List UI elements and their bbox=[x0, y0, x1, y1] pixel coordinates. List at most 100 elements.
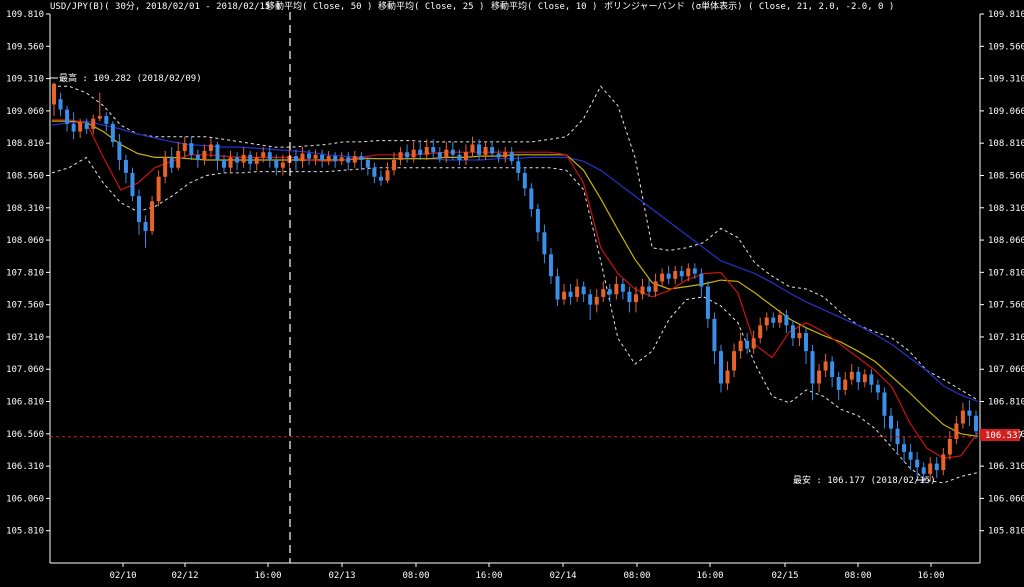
y-tick-label-right: 109.310 bbox=[988, 75, 1024, 85]
candle-body bbox=[934, 463, 939, 470]
candle-body bbox=[280, 162, 285, 168]
candle-body bbox=[477, 144, 482, 155]
candle-body bbox=[633, 294, 638, 303]
candle-body bbox=[915, 459, 920, 468]
candle-body bbox=[195, 154, 200, 160]
candle-body bbox=[189, 143, 194, 155]
candle-body bbox=[97, 116, 102, 119]
candle-body bbox=[620, 283, 625, 292]
candle-body bbox=[666, 273, 671, 279]
candle-body bbox=[326, 156, 331, 160]
candle-body bbox=[418, 149, 423, 155]
candle-body bbox=[202, 150, 207, 160]
candle-body bbox=[385, 170, 390, 181]
candle-body bbox=[503, 152, 508, 158]
y-tick-label-right: 108.560 bbox=[988, 171, 1024, 181]
candle-body bbox=[790, 325, 795, 339]
candle-body bbox=[830, 361, 835, 377]
candle-body bbox=[548, 254, 553, 277]
high-annotation: 最高 : 109.282 (2018/02/09) bbox=[59, 72, 202, 84]
x-tick-label: 08:00 bbox=[402, 571, 429, 581]
candle-body bbox=[222, 159, 227, 168]
candle-body bbox=[143, 221, 148, 232]
candle-body bbox=[424, 147, 429, 155]
candle-body bbox=[856, 371, 861, 383]
header-bollinger: ボリンジャーバンド (σ単体表示) ( Close, 21, 2.0, -2.0… bbox=[604, 0, 894, 12]
y-tick-label-right: 109.560 bbox=[988, 42, 1024, 52]
candle-body bbox=[673, 271, 678, 279]
candle-body bbox=[725, 370, 730, 384]
y-tick-label-left: 107.810 bbox=[6, 268, 44, 278]
candle-body bbox=[875, 384, 880, 393]
candle-body bbox=[738, 340, 743, 352]
candle-body bbox=[640, 286, 645, 295]
candle-body bbox=[705, 286, 710, 319]
y-tick-label-left: 109.060 bbox=[6, 107, 44, 117]
candle-body bbox=[320, 154, 325, 160]
candle-body bbox=[607, 289, 612, 295]
candle-body bbox=[78, 122, 83, 132]
candle-body bbox=[110, 123, 115, 142]
candle-body bbox=[888, 415, 893, 429]
y-tick-label-left: 107.310 bbox=[6, 333, 44, 343]
candle-body bbox=[496, 153, 501, 158]
candle-body bbox=[293, 156, 298, 162]
candle-body bbox=[313, 154, 318, 159]
candle-body bbox=[647, 286, 652, 292]
candle-body bbox=[568, 291, 573, 297]
y-tick-label-right: 108.310 bbox=[988, 204, 1024, 214]
x-tick-label: 02/10 bbox=[109, 571, 136, 581]
candle-body bbox=[777, 314, 782, 323]
y-tick-label-left: 109.560 bbox=[6, 42, 44, 52]
x-tick-label: 16:00 bbox=[696, 571, 723, 581]
candle-body bbox=[444, 149, 449, 158]
x-tick-label: 02/12 bbox=[171, 571, 198, 581]
candle-body bbox=[614, 283, 619, 295]
y-tick-label-right: 109.810 bbox=[988, 10, 1024, 20]
y-tick-label-left: 106.560 bbox=[6, 430, 44, 440]
candle-body bbox=[52, 83, 56, 105]
candle-body bbox=[117, 141, 122, 160]
x-tick-label: 08:00 bbox=[844, 571, 871, 581]
candle-body bbox=[810, 351, 815, 384]
candle-body bbox=[339, 157, 344, 162]
candle-body bbox=[575, 286, 580, 297]
y-tick-label-right: 108.060 bbox=[988, 236, 1024, 246]
candle-body bbox=[529, 188, 534, 210]
chart-background bbox=[0, 0, 1024, 587]
candle-body bbox=[960, 410, 965, 424]
low-annotation: 最安 : 106.177 (2018/02/15) bbox=[793, 474, 936, 486]
price-chart[interactable]: 109.810 109.560 109.310 109.060 108.810 108.5… bbox=[0, 0, 1024, 587]
candle-body bbox=[405, 152, 410, 158]
candle-body bbox=[123, 159, 128, 173]
candle-body bbox=[941, 454, 946, 470]
candle-body bbox=[522, 172, 527, 189]
y-tick-label-left: 108.560 bbox=[6, 171, 44, 181]
y-tick-label-right: 107.560 bbox=[988, 301, 1024, 311]
header-symbol: USD/JPY(B)( 30分, 2018/02/01 - 2018/02/15… bbox=[50, 1, 281, 12]
y-tick-label-left: 109.310 bbox=[6, 75, 44, 85]
candle-body bbox=[261, 152, 266, 158]
candle-body bbox=[215, 144, 220, 160]
candle-body bbox=[967, 410, 972, 416]
candle-body bbox=[771, 317, 776, 323]
candle-body bbox=[91, 118, 96, 129]
candle-body bbox=[601, 289, 606, 297]
candle-body bbox=[699, 273, 704, 287]
y-tick-label-right: 107.810 bbox=[988, 268, 1024, 278]
candle-body bbox=[843, 379, 848, 390]
candle-body bbox=[928, 463, 933, 474]
x-tick-label: 02/13 bbox=[328, 571, 355, 581]
candle-body bbox=[84, 122, 89, 129]
y-tick-label-right: 107.060 bbox=[988, 365, 1024, 375]
candle-body bbox=[463, 152, 468, 160]
candle-body bbox=[300, 153, 305, 162]
candle-body bbox=[248, 154, 253, 164]
candle-body bbox=[398, 152, 403, 160]
y-tick-label-right: 106.060 bbox=[988, 494, 1024, 504]
candle-body bbox=[58, 99, 63, 110]
candle-body bbox=[163, 157, 168, 177]
y-tick-label-right: 108.810 bbox=[988, 139, 1024, 149]
candle-body bbox=[732, 351, 737, 371]
candle-body bbox=[660, 273, 665, 282]
